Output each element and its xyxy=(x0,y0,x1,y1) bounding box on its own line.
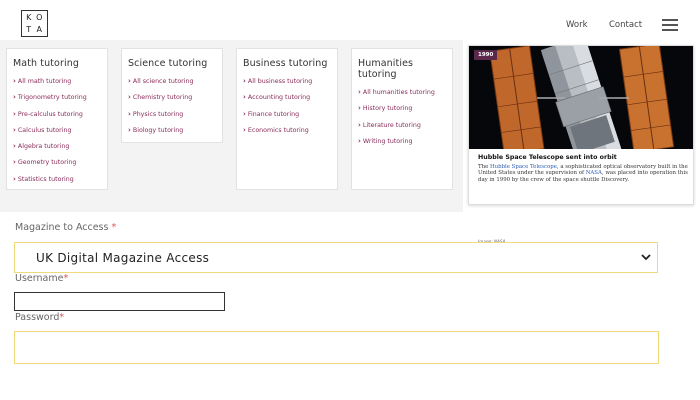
tutoring-link[interactable]: › Pre-calculus tutoring xyxy=(13,110,101,118)
math-tutoring-card: Math tutoring › All math tutoring › Trigon… xyxy=(6,48,108,190)
password-input[interactable] xyxy=(14,331,659,364)
logo-letter: O xyxy=(36,13,44,23)
tutoring-link[interactable]: › All business tutoring xyxy=(243,77,331,85)
magazine-select[interactable]: UK Digital Magazine Access xyxy=(14,242,658,273)
logo-letter: K xyxy=(26,13,33,23)
humanities-tutoring-card: Humanities tutoring › All humanities tuto… xyxy=(351,48,453,190)
tutoring-link[interactable]: › Calculus tutoring xyxy=(13,126,101,134)
card-title: Humanities tutoring xyxy=(358,58,414,80)
tutoring-link[interactable]: › Physics tutoring xyxy=(128,110,216,118)
tutoring-link[interactable]: › Trigonometry tutoring xyxy=(13,93,101,101)
logo-letter: T xyxy=(26,24,33,34)
username-input[interactable] xyxy=(14,292,225,311)
tutoring-menu: Math tutoring › All math tutoring › Trigon… xyxy=(0,40,463,212)
news-card[interactable]: 1990 Hubble Space Telescope sent into or… xyxy=(468,45,694,244)
password-label: Password* xyxy=(15,312,65,323)
tutoring-link[interactable]: › All math tutoring xyxy=(13,77,101,85)
science-tutoring-card: Science tutoring › All science tutoring ›… xyxy=(121,48,223,143)
tutoring-link[interactable]: › All humanities tutoring xyxy=(358,88,446,96)
tutoring-link[interactable]: › Chemistry tutoring xyxy=(128,93,216,101)
nav-contact-link[interactable]: Contact xyxy=(609,20,642,30)
required-mark: * xyxy=(111,222,117,233)
tutoring-link[interactable]: › All science tutoring xyxy=(128,77,216,85)
chevron-down-icon xyxy=(641,254,651,261)
magazine-select-value: UK Digital Magazine Access xyxy=(36,251,210,265)
hubble-link[interactable]: Hubble Space Telescope xyxy=(490,164,557,170)
card-title: Math tutoring xyxy=(13,58,79,69)
nasa-link[interactable]: NASA xyxy=(586,170,602,176)
tutoring-link[interactable]: › Algebra tutoring xyxy=(13,142,101,150)
tutoring-link[interactable]: › Geometry tutoring xyxy=(13,158,101,166)
tutoring-link[interactable]: › Writing tutoring xyxy=(358,137,446,145)
news-title: Hubble Space Telescope sent into orbit xyxy=(478,154,617,161)
required-mark: * xyxy=(59,312,65,323)
tutoring-link[interactable]: › Literature tutoring xyxy=(358,121,446,129)
tutoring-link[interactable]: › Economics tutoring xyxy=(243,126,331,134)
year-badge: 1990 xyxy=(474,50,498,60)
menu-icon[interactable] xyxy=(662,19,678,31)
required-mark: * xyxy=(63,273,69,284)
tutoring-link[interactable]: › Accounting tutoring xyxy=(243,93,331,101)
tutoring-link[interactable]: › History tutoring xyxy=(358,104,446,112)
username-label: Username* xyxy=(15,273,69,284)
hubble-image: 1990 xyxy=(469,46,693,149)
nav-work-link[interactable]: Work xyxy=(566,20,588,30)
magazine-label: Magazine to Access * xyxy=(15,222,117,233)
news-body: The Hubble Space Telescope, a sophistica… xyxy=(478,164,688,183)
logo-letter: A xyxy=(36,24,43,34)
tutoring-link[interactable]: › Finance tutoring xyxy=(243,110,331,118)
tutoring-link[interactable]: › Statistics tutoring xyxy=(13,175,101,183)
card-title: Business tutoring xyxy=(243,58,328,69)
kota-logo[interactable]: K O T A xyxy=(21,10,48,37)
card-title: Science tutoring xyxy=(128,58,208,69)
tutoring-link[interactable]: › Biology tutoring xyxy=(128,126,216,134)
business-tutoring-card: Business tutoring › All business tutoring… xyxy=(236,48,338,190)
